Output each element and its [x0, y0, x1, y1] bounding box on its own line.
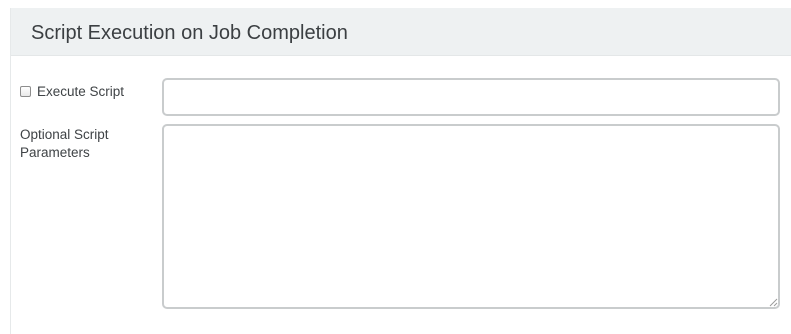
execute-script-checkbox-row[interactable]: Execute Script: [20, 82, 124, 100]
panel-header: Script Execution on Job Completion: [11, 8, 791, 56]
panel-title: Script Execution on Job Completion: [31, 22, 348, 44]
execute-script-label: Execute Script: [37, 83, 125, 99]
execute-script-checkbox[interactable]: [20, 85, 31, 97]
resize-grip-icon[interactable]: [768, 297, 778, 307]
optional-script-parameters-label: Optional Script Parameters: [20, 127, 109, 160]
execute-script-input[interactable]: [162, 78, 780, 116]
optional-script-parameters-textarea[interactable]: [162, 124, 780, 309]
